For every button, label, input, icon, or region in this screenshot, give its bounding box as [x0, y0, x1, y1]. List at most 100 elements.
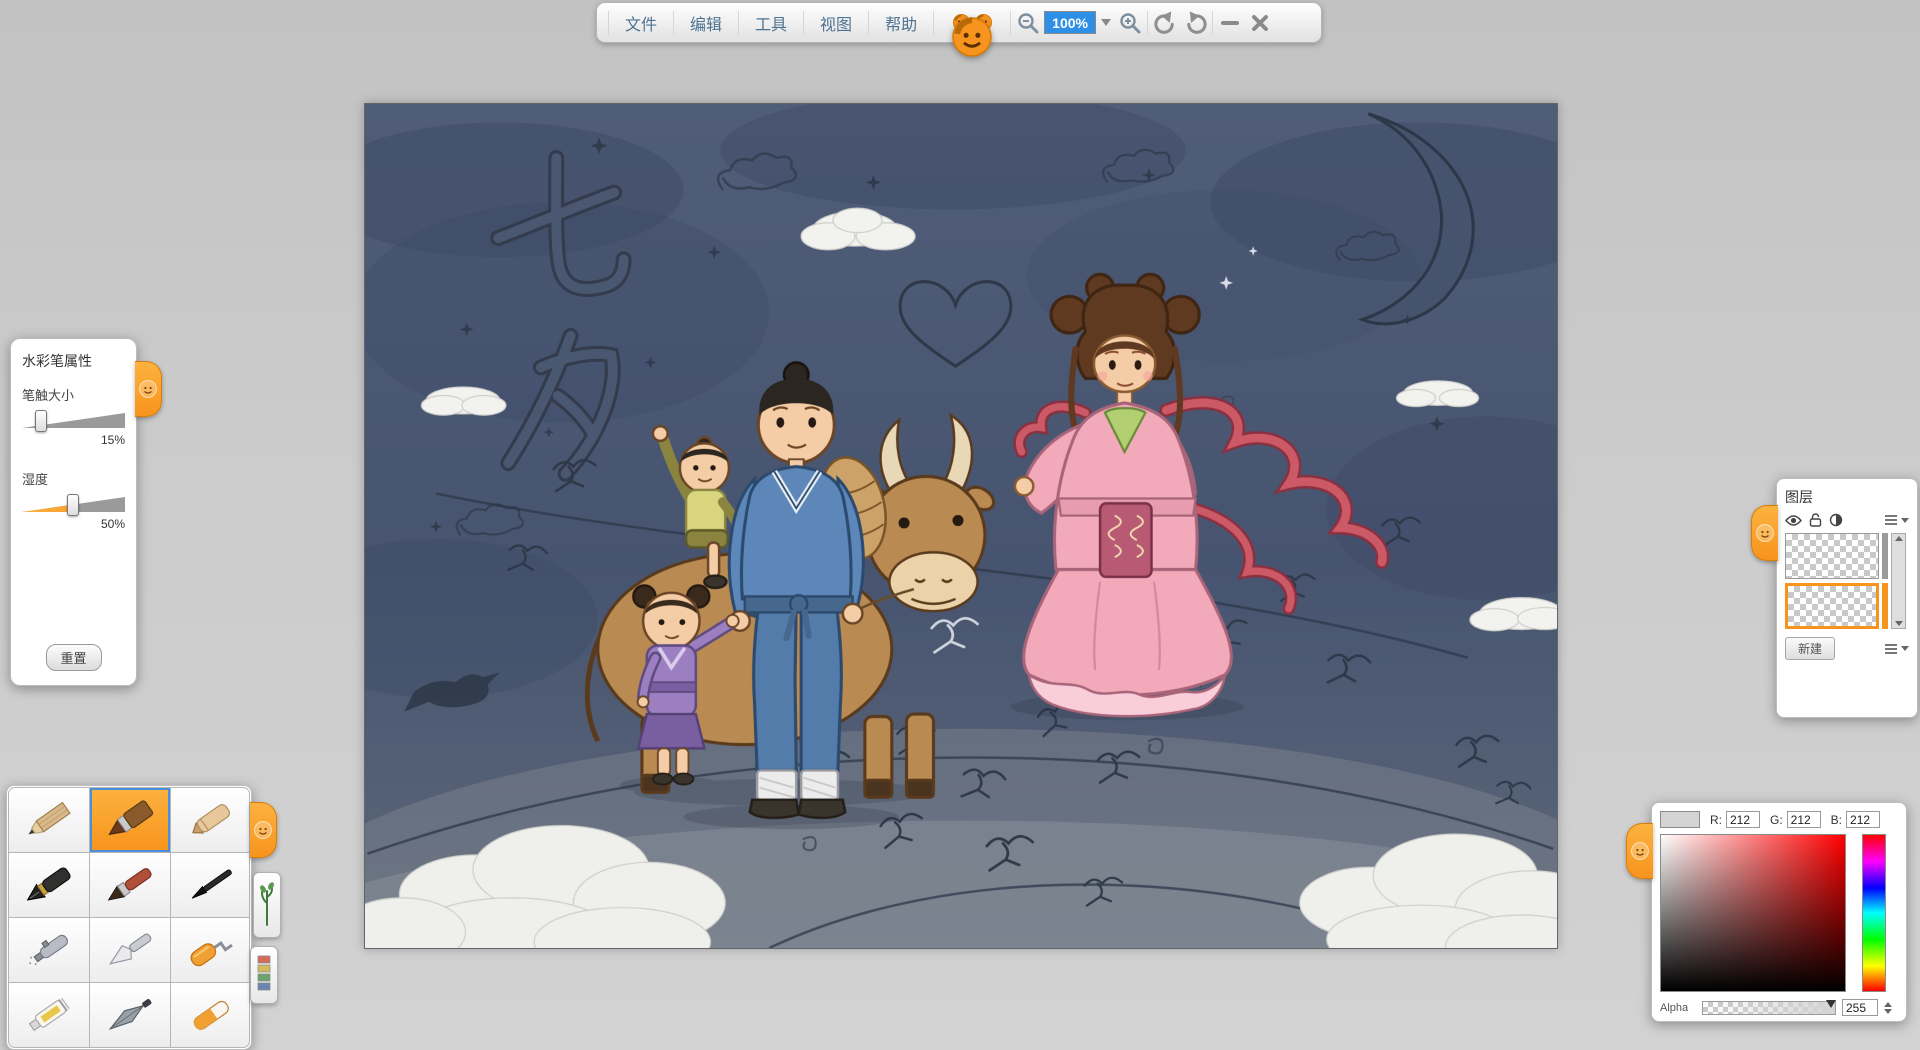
layer-options-menu-button[interactable] — [1884, 643, 1909, 655]
bamboo-icon — [258, 881, 276, 929]
side-tool-button-plant[interactable] — [253, 872, 281, 938]
tool-pastel-stick[interactable] — [171, 983, 250, 1047]
tool-airbrush[interactable] — [9, 918, 89, 982]
layer-lock-icon[interactable] — [1809, 513, 1822, 527]
wetness-slider[interactable] — [22, 494, 125, 514]
minimize-button[interactable] — [1216, 9, 1244, 37]
hue-slider[interactable] — [1862, 834, 1886, 992]
menu-view[interactable]: 视图 — [807, 3, 865, 42]
redo-button[interactable] — [1181, 9, 1209, 37]
crayon-icon — [181, 798, 241, 842]
layer-visibility-icon[interactable] — [1785, 514, 1802, 527]
tool-watercolor-marker[interactable] — [90, 788, 170, 852]
layers-panel: 图层 新建 — [1776, 478, 1918, 718]
paint-tube-icon — [19, 993, 79, 1037]
chevron-down-icon — [1901, 518, 1909, 523]
toolbar-separator — [803, 11, 804, 35]
panel-collapse-tab[interactable] — [250, 802, 277, 858]
new-layer-button[interactable]: 新建 — [1785, 637, 1835, 660]
top-toolbar: 文件 编辑 工具 视图 帮助 — [596, 2, 1322, 43]
reset-button[interactable]: 重置 — [45, 644, 101, 671]
spinner-up-icon[interactable] — [1884, 1002, 1892, 1007]
panel-collapse-tab[interactable] — [1751, 505, 1778, 561]
menu-edit[interactable]: 编辑 — [677, 3, 735, 42]
menu-file[interactable]: 文件 — [612, 3, 670, 42]
toolbar-separator — [1212, 11, 1213, 35]
color-picker-panel: R: G: B: Alpha — [1651, 802, 1907, 1022]
layer-selection-strip — [1882, 533, 1888, 629]
layer-scrollbar[interactable] — [1891, 533, 1906, 629]
trowel-knife-icon — [100, 993, 160, 1037]
layer-blend-menu-button[interactable] — [1884, 514, 1909, 526]
canvas-artwork — [365, 104, 1557, 948]
current-color-swatch[interactable] — [1660, 811, 1700, 828]
tool-trowel-knife[interactable] — [90, 983, 170, 1047]
green-label: G: — [1770, 813, 1783, 827]
logo-cluster — [937, 3, 1007, 42]
watercolor-marker-icon — [100, 798, 160, 842]
app-logo-icon — [1630, 841, 1650, 861]
close-button[interactable] — [1246, 9, 1274, 37]
tool-palette — [6, 785, 252, 1050]
tool-paintbrush[interactable] — [90, 853, 170, 917]
layer-opacity-icon[interactable] — [1829, 513, 1843, 527]
menu-help[interactable]: 帮助 — [872, 3, 930, 42]
alpha-slider[interactable] — [1702, 1001, 1836, 1015]
blue-label: B: — [1831, 813, 1842, 827]
brush-size-slider[interactable] — [22, 410, 125, 430]
chevron-down-icon — [1101, 19, 1111, 26]
brush-panel-title: 水彩笔属性 — [22, 351, 125, 371]
alpha-slider-handle[interactable] — [1826, 1000, 1836, 1008]
toolbar-separator — [868, 11, 869, 35]
zoom-out-button[interactable] — [1014, 9, 1042, 37]
blue-input[interactable] — [1846, 811, 1880, 828]
panel-collapse-tab[interactable] — [135, 361, 162, 417]
paint-roller-icon — [181, 928, 241, 972]
menu-tools[interactable]: 工具 — [742, 3, 800, 42]
scroll-down-icon[interactable] — [1895, 621, 1903, 626]
tool-paint-tube[interactable] — [9, 983, 89, 1047]
tool-palette-knife[interactable] — [90, 918, 170, 982]
side-tool-button-swatches[interactable] — [250, 946, 278, 1004]
drawing-canvas[interactable] — [364, 103, 1558, 949]
paintbrush-icon — [100, 863, 160, 907]
spinner-down-icon[interactable] — [1884, 1009, 1892, 1014]
slider-handle[interactable] — [67, 494, 79, 516]
list-icon — [1884, 643, 1898, 655]
layer-item[interactable] — [1785, 533, 1879, 579]
zoom-dropdown-button[interactable] — [1098, 9, 1114, 37]
toolbar-separator — [933, 11, 934, 35]
chevron-down-icon — [1901, 646, 1909, 651]
layer-item-selected[interactable] — [1785, 583, 1879, 629]
tool-paint-roller[interactable] — [171, 918, 250, 982]
alpha-spinner[interactable] — [1884, 1002, 1892, 1014]
list-icon — [1884, 514, 1898, 526]
red-input[interactable] — [1726, 811, 1760, 828]
zoom-out-icon — [1016, 11, 1040, 35]
tool-pencil[interactable] — [9, 788, 89, 852]
green-input[interactable] — [1787, 811, 1821, 828]
tool-grid — [8, 787, 250, 1048]
palette-knife-icon — [100, 928, 160, 972]
tool-ink-pen[interactable] — [9, 853, 89, 917]
scroll-up-icon[interactable] — [1895, 536, 1903, 541]
layer-list — [1785, 533, 1909, 629]
redo-icon — [1183, 10, 1208, 35]
undo-icon — [1153, 10, 1178, 35]
slider-fill — [22, 497, 71, 512]
saturation-value-field[interactable] — [1660, 834, 1846, 992]
panel-collapse-tab[interactable] — [1626, 823, 1653, 879]
tool-calligraphy-brush[interactable] — [171, 853, 250, 917]
zoom-level-input[interactable] — [1044, 11, 1096, 34]
undo-button[interactable] — [1151, 9, 1179, 37]
wetness-value: 50% — [22, 517, 125, 531]
zoom-in-button[interactable] — [1116, 9, 1144, 37]
alpha-input[interactable] — [1842, 999, 1878, 1016]
zoom-in-icon — [1118, 11, 1142, 35]
slider-handle[interactable] — [35, 410, 47, 432]
tool-crayon[interactable] — [171, 788, 250, 852]
airbrush-icon — [19, 928, 79, 972]
alpha-label: Alpha — [1660, 1002, 1696, 1014]
app-logo[interactable] — [951, 16, 993, 58]
wetness-label: 湿度 — [22, 469, 125, 488]
